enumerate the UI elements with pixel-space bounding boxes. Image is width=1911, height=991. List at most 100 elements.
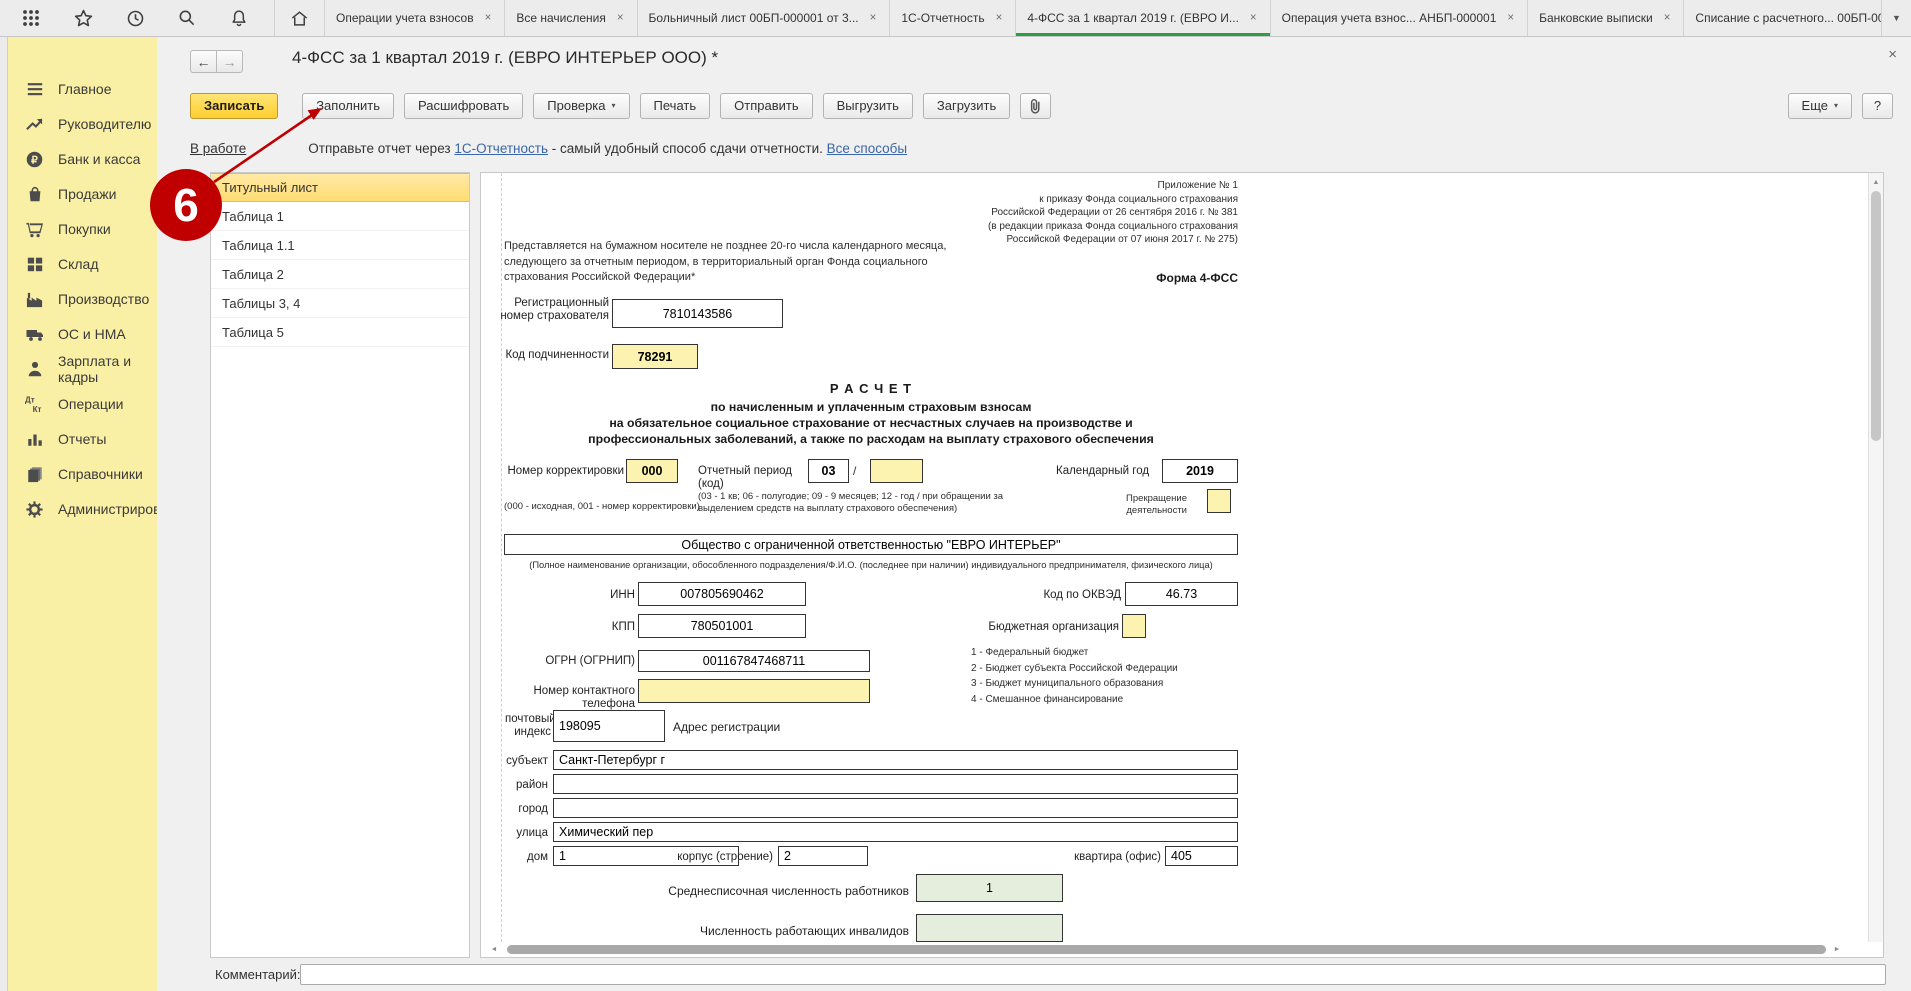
okved-label: Код по ОКВЭД [1021, 589, 1121, 602]
tab-close-icon[interactable]: × [1505, 11, 1516, 25]
sidebar-item-os-i-nma[interactable]: ОС и НМА [0, 321, 157, 347]
vertical-scroll-thumb[interactable] [1871, 191, 1881, 441]
help-button[interactable]: ? [1862, 93, 1893, 119]
sidebar-item-zarplata-i-kadry[interactable]: Зарплата и кадры [0, 356, 157, 382]
budget-org-checkbox[interactable] [1122, 614, 1146, 638]
addr-apartment-field[interactable]: 405 [1165, 846, 1238, 866]
print-button[interactable]: Печать [640, 93, 711, 119]
tabs-overflow-button[interactable]: ▼ [1881, 0, 1911, 36]
section-title-page[interactable]: Титульный лист [211, 173, 469, 202]
sidebar-item-spravochniki[interactable]: Справочники [0, 461, 157, 487]
tab-bar: Операции учета взносов × Все начисления … [324, 0, 1911, 36]
sidebar-item-otchety[interactable]: Отчеты [0, 426, 157, 452]
search-icon[interactable] [176, 7, 198, 29]
home-tab[interactable] [274, 0, 324, 36]
close-window-icon[interactable]: × [1888, 46, 1897, 63]
tab-operaciya-ucheta[interactable]: Операция учета взнос... АНБП-000001 × [1270, 0, 1527, 36]
1c-otchetnost-link[interactable]: 1С-Отчетность [454, 141, 548, 156]
report-sections-panel: Титульный лист Таблица 1 Таблица 1.1 Таб… [210, 172, 470, 958]
svg-text:Кт: Кт [33, 405, 42, 414]
sidebar-item-label: Справочники [58, 466, 143, 482]
calendar-year-field[interactable]: 2019 [1162, 459, 1238, 483]
tab-bolnichny-list[interactable]: Больничный лист 00БП-000001 от 3... × [637, 0, 890, 36]
tab-operations-uchet[interactable]: Операции учета взносов × [324, 0, 504, 36]
attach-button[interactable] [1020, 93, 1051, 119]
sidebar-item-bank-i-kassa[interactable]: ₽ Банк и касса [0, 146, 157, 172]
check-button[interactable]: Проверка▾ [533, 93, 629, 119]
org-name-caption: (Полное наименование организации, обособ… [504, 559, 1238, 571]
section-table-2[interactable]: Таблица 2 [211, 260, 469, 289]
notifications-bell-icon[interactable] [228, 7, 250, 29]
sidebar-item-pokupki[interactable]: Покупки [0, 216, 157, 242]
postal-index-field[interactable]: 198095 [553, 710, 665, 742]
history-clock-icon[interactable] [124, 7, 146, 29]
tab-close-icon[interactable]: × [868, 11, 879, 25]
sidebar-item-sklad[interactable]: Склад [0, 251, 157, 277]
section-tables-3-4[interactable]: Таблицы 3, 4 [211, 289, 469, 318]
sidebar-item-label: Банк и касса [58, 151, 140, 167]
report-period-field[interactable]: 03 [808, 459, 849, 483]
section-table-5[interactable]: Таблица 5 [211, 318, 469, 347]
fill-button[interactable]: Заполнить [302, 93, 394, 119]
send-button[interactable]: Отправить [720, 93, 812, 119]
budget-option: 2 - Бюджет субъекта Российской Федерации [971, 661, 1251, 677]
reg-number-field[interactable]: 7810143586 [612, 299, 783, 328]
status-badge[interactable]: В работе [190, 141, 246, 156]
tab-close-icon[interactable]: × [1248, 11, 1259, 25]
addr-street-field[interactable]: Химический пер [553, 822, 1238, 842]
back-button[interactable]: ← [190, 50, 217, 73]
tab-close-icon[interactable]: × [615, 11, 626, 25]
horizontal-scroll-thumb[interactable] [507, 945, 1826, 954]
scroll-left-icon[interactable]: ◄ [487, 942, 501, 956]
favorites-star-icon[interactable] [72, 7, 94, 29]
scroll-up-icon[interactable]: ▲ [1869, 175, 1883, 189]
save-button[interactable]: Записать [190, 93, 278, 119]
addr-building-field[interactable]: 2 [778, 846, 868, 866]
export-button[interactable]: Выгрузить [823, 93, 913, 119]
addr-city-field[interactable] [553, 798, 1238, 818]
comment-input[interactable] [300, 964, 1886, 985]
horizontal-scrollbar[interactable]: ◄ ► [481, 942, 1868, 957]
org-name-field[interactable]: Общество с ограниченной ответственностью… [504, 534, 1238, 555]
tab-close-icon[interactable]: × [1662, 11, 1673, 25]
vertical-scrollbar[interactable]: ▲ [1868, 173, 1883, 942]
forward-button[interactable]: → [216, 50, 243, 73]
scroll-right-icon[interactable]: ► [1830, 942, 1844, 956]
sidebar-item-proizvodstvo[interactable]: Производство [0, 286, 157, 312]
tab-1c-otchetnost[interactable]: 1С-Отчетность × [889, 0, 1015, 36]
tab-close-icon[interactable]: × [994, 11, 1005, 25]
subordination-code-field[interactable]: 78291 [612, 344, 698, 369]
all-methods-link[interactable]: Все способы [827, 141, 907, 156]
sidebar-item-administrirovanie[interactable]: Администрирование [0, 496, 157, 522]
termination-checkbox[interactable] [1207, 489, 1231, 513]
tab-4fss-active[interactable]: 4-ФСС за 1 квартал 2019 г. (ЕВРО И... × [1015, 0, 1269, 36]
inn-field[interactable]: 007805690462 [638, 582, 806, 606]
tab-vse-nachisleniya[interactable]: Все начисления × [504, 0, 636, 36]
grid-menu-icon[interactable] [20, 7, 42, 29]
kpp-field[interactable]: 780501001 [638, 614, 806, 638]
tab-bankovskie-vypiski[interactable]: Банковские выписки × [1527, 0, 1683, 36]
more-button[interactable]: Еще▾ [1788, 93, 1852, 119]
button-label: Заполнить [316, 98, 380, 113]
avg-headcount-field[interactable]: 1 [916, 874, 1063, 902]
phone-field[interactable] [638, 679, 870, 703]
period-extra-field[interactable] [870, 459, 923, 483]
addr-district-field[interactable] [553, 774, 1238, 794]
section-table-1-1[interactable]: Таблица 1.1 [211, 231, 469, 260]
tab-close-icon[interactable]: × [483, 11, 494, 25]
sidebar-item-operacii[interactable]: ДтКт Операции [0, 391, 157, 417]
paperclip-icon [1028, 97, 1043, 114]
addr-subject-field[interactable]: Санкт-Петербург г [553, 750, 1238, 770]
sidebar-item-prodazhi[interactable]: Продажи [0, 181, 157, 207]
ogrn-field[interactable]: 001167847468711 [638, 650, 870, 672]
sidebar-item-rukovoditelyu[interactable]: Руководителю [0, 111, 157, 137]
sidebar-item-glavnoe[interactable]: Главное [0, 76, 157, 102]
section-table-1[interactable]: Таблица 1 [211, 202, 469, 231]
section-label: Титульный лист [222, 180, 318, 195]
disabled-headcount-field[interactable] [916, 914, 1063, 942]
okved-field[interactable]: 46.73 [1125, 582, 1238, 606]
decode-button[interactable]: Расшифровать [404, 93, 523, 119]
import-button[interactable]: Загрузить [923, 93, 1010, 119]
correction-number-field[interactable]: 000 [626, 459, 678, 483]
tab-spisanie[interactable]: Списание с расчетного... 00БП-000002 × [1683, 0, 1911, 36]
